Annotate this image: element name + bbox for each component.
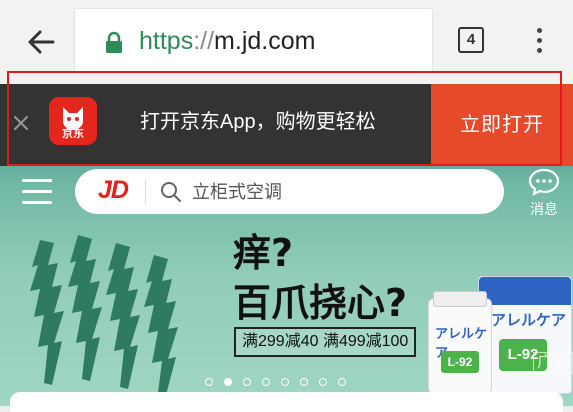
carousel-dot[interactable]: [319, 378, 327, 386]
carousel-dot[interactable]: [224, 378, 232, 386]
carousel-dot[interactable]: [205, 378, 213, 386]
messages-label: 消息: [530, 201, 558, 217]
carousel-dot[interactable]: [300, 378, 308, 386]
search-divider: [145, 179, 146, 204]
address-bar[interactable]: https://m.jd.com: [74, 8, 433, 72]
url-text: https://m.jd.com: [139, 25, 315, 57]
promo-title-line1: 痒?: [233, 231, 294, 275]
search-bar[interactable]: JD 立柜式空调: [75, 169, 504, 214]
url-scheme: https: [139, 27, 194, 55]
carousel-dot[interactable]: [262, 378, 270, 386]
product-brand-box: アレルケア: [491, 312, 567, 329]
messages-button[interactable]: 消息: [524, 166, 564, 218]
carousel-dot[interactable]: [243, 378, 251, 386]
url-separator: ://: [193, 27, 215, 55]
back-arrow-icon[interactable]: [26, 27, 56, 57]
product-box: アレルケア L-92: [478, 276, 572, 394]
highlight-box: [7, 71, 562, 166]
lock-icon: [106, 31, 122, 53]
promo-title-line2: 百爪挠心?: [233, 281, 408, 325]
search-icon: [161, 182, 181, 202]
hamburger-menu-icon[interactable]: [22, 179, 52, 204]
url-host: m.jd.com: [214, 27, 316, 55]
product-badge-bottle: L-92: [441, 351, 479, 373]
jd-logo[interactable]: JD: [98, 176, 129, 205]
carousel-indicator[interactable]: [205, 373, 357, 386]
product-bottle: アレルケア L-92: [428, 291, 492, 394]
overflow-menu-icon[interactable]: [537, 28, 543, 54]
promo-discount-tag: 满299减40 满499减100: [234, 327, 417, 357]
content-card: [10, 392, 563, 412]
tab-switcher-button[interactable]: 4: [458, 27, 484, 53]
carousel-dot[interactable]: [281, 378, 289, 386]
scratch-marks-graphic: [30, 235, 178, 395]
search-input[interactable]: 立柜式空调: [192, 178, 282, 206]
carousel-dot[interactable]: [338, 378, 346, 386]
ad-label: 广告: [533, 352, 573, 374]
chat-bubble-icon: [528, 168, 560, 196]
